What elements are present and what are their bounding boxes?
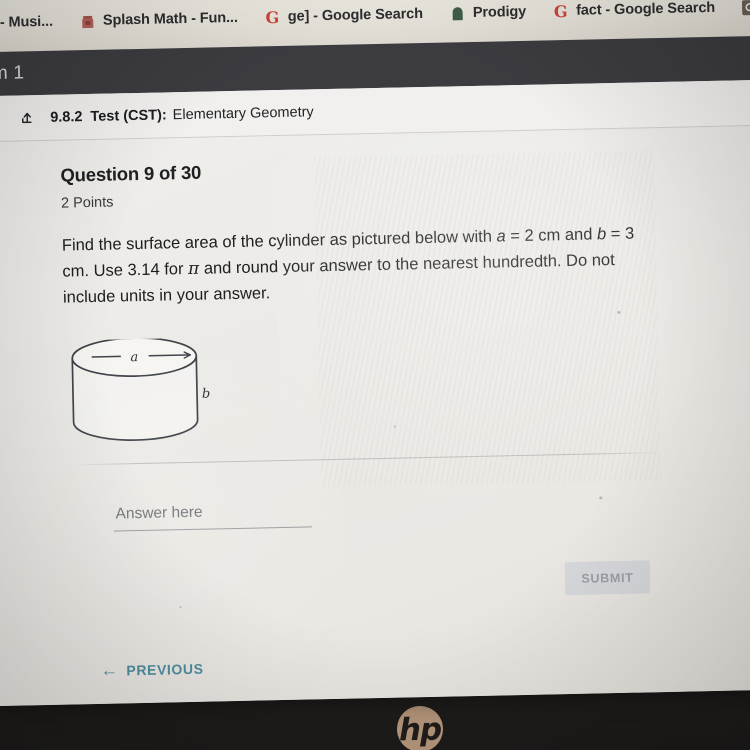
bookmark-item[interactable]: Splash Math - Fun... <box>79 9 238 29</box>
bookmark-item[interactable]: G ge] - Google Search <box>264 5 424 27</box>
google-g-icon: G <box>265 7 280 27</box>
prodigy-icon <box>449 5 466 22</box>
previous-label: PREVIOUS <box>126 660 204 679</box>
question-points: 2 Points <box>60 194 114 212</box>
course-title: Sem 1 <box>0 62 25 85</box>
pi-symbol: π <box>187 258 200 279</box>
submit-button[interactable]: SUBMIT <box>564 560 651 596</box>
question-page: Question 9 of 30 2 Points Find the surfa… <box>0 125 750 707</box>
breadcrumb-number: 9.8.2 <box>50 108 83 126</box>
bookmark-item[interactable]: Join a Game <box>741 0 750 16</box>
kahoot-icon <box>741 0 750 16</box>
bookmark-label: Splash Math - Fun... <box>102 9 239 29</box>
bookmark-label: Prodigy <box>472 3 527 21</box>
hp-logo-text: hp <box>398 711 442 748</box>
bookmark-label: ge] - Google Search <box>287 5 424 25</box>
bookmark-label: fact - Google Search <box>575 0 716 19</box>
answer-field-wrapper <box>113 499 314 532</box>
arrow-left-icon: ← <box>100 660 119 680</box>
cylinder-height-label: b <box>202 387 211 402</box>
hp-logo: hp <box>396 705 444 750</box>
prompt-segment-2: = 2 cm and <box>505 225 598 246</box>
question-prompt: Find the surface area of the cylinder as… <box>62 220 660 310</box>
bookmark-label: st - Musi... <box>0 13 54 31</box>
prompt-segment-1: Find the surface area of the cylinder as… <box>61 227 497 255</box>
bookmark-item[interactable]: Prodigy <box>449 3 527 22</box>
answer-input[interactable] <box>113 499 312 532</box>
splash-math-icon <box>79 12 96 29</box>
cylinder-radius-label: a <box>130 350 138 365</box>
browser-screen: st - Musi... Splash Math - Fun... G ge] … <box>0 0 750 707</box>
google-g-icon: G <box>553 1 568 21</box>
previous-button[interactable]: ← PREVIOUS <box>100 660 204 680</box>
breadcrumb-title: Elementary Geometry <box>172 103 314 123</box>
bookmark-item[interactable]: G fact - Google Search <box>552 0 716 21</box>
bookmark-item[interactable]: st - Musi... <box>0 13 53 32</box>
page-title: Question 9 of 30 <box>60 161 202 186</box>
variable-a: a <box>496 227 506 246</box>
breadcrumb-type: Test (CST): <box>90 106 167 125</box>
section-divider <box>70 452 665 466</box>
question-content: Question 9 of 30 2 Points Find the surfa… <box>60 151 693 680</box>
arrow-up-from-line-icon[interactable] <box>17 108 36 127</box>
cylinder-diagram: a b <box>64 337 216 450</box>
laptop-photo: hp st - Musi... Splash Math - Fun... <box>0 0 750 750</box>
